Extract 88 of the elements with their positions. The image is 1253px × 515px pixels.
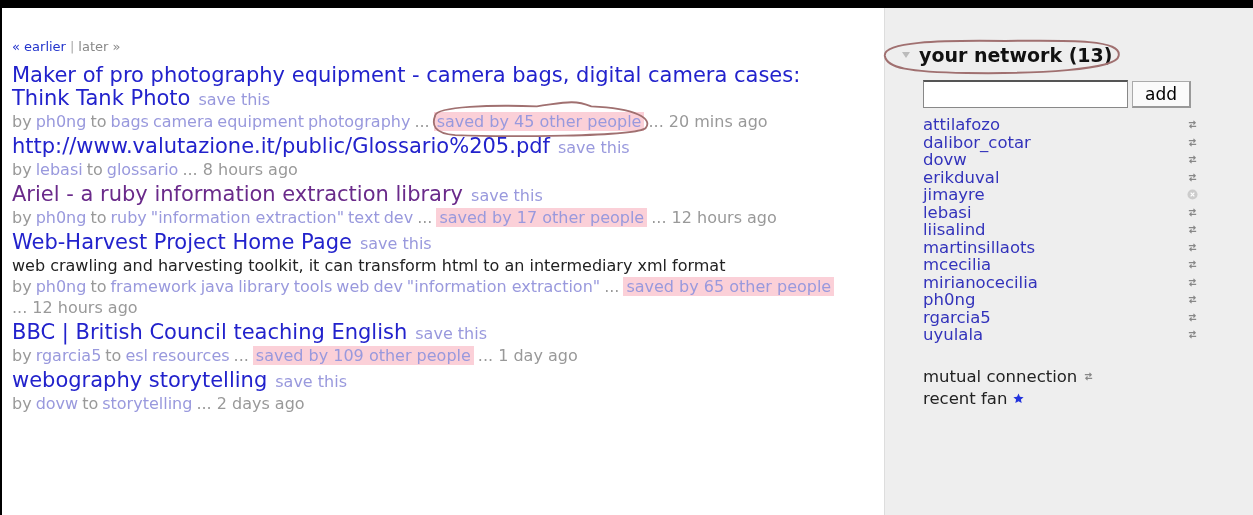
bookmark-title-link[interactable]: Think Tank Photo — [12, 86, 191, 110]
by-label: by — [12, 111, 32, 132]
time-label: ... 2 days ago — [196, 393, 305, 414]
network-member-link[interactable]: dovw — [923, 151, 967, 169]
add-user-field[interactable] — [923, 80, 1128, 108]
save-this-link[interactable]: save this — [471, 186, 543, 205]
tag-link[interactable]: camera — [152, 111, 214, 132]
by-label: by — [12, 345, 32, 366]
legend-label: recent fan — [923, 387, 1008, 410]
network-member-link[interactable]: lebasi — [923, 203, 972, 221]
to-label: to — [90, 111, 107, 132]
save-this-link[interactable]: save this — [557, 138, 630, 157]
tag-link[interactable]: bags — [110, 111, 149, 132]
saved-by-link[interactable]: saved by 17 other people — [436, 208, 648, 227]
save-this-link[interactable]: save this — [415, 324, 487, 343]
network-member-link[interactable]: mirianocecilia — [923, 273, 1038, 291]
tag-link[interactable]: library — [238, 276, 290, 297]
by-label: by — [12, 276, 32, 297]
ellipsis: ... — [233, 345, 249, 366]
user-link[interactable]: ph0ng — [35, 276, 87, 297]
tag-link[interactable]: "information extraction" — [150, 207, 345, 228]
tag-link[interactable]: dev — [373, 276, 403, 297]
tag-link[interactable]: ruby — [110, 207, 147, 228]
to-label: to — [90, 207, 107, 228]
by-label: by — [12, 207, 32, 228]
to-label: to — [82, 393, 99, 414]
saved-by-link[interactable]: saved by 109 other people — [252, 346, 474, 365]
time-label: ... 12 hours ago — [12, 297, 138, 318]
add-button[interactable]: add — [1132, 80, 1191, 108]
tag-link[interactable]: java — [200, 276, 235, 297]
tag-link[interactable]: storytelling — [102, 393, 193, 414]
time-label: ... 12 hours ago — [651, 207, 777, 228]
network-member-link[interactable]: ph0ng — [923, 291, 976, 309]
user-link[interactable]: ph0ng — [35, 207, 87, 228]
by-label: by — [12, 159, 32, 180]
tag-link[interactable]: dev — [383, 207, 414, 228]
tag-link[interactable]: framework — [110, 276, 197, 297]
tag-link[interactable]: esl — [125, 345, 149, 366]
network-member-link[interactable]: liisalind — [923, 221, 986, 239]
tag-link[interactable]: equipment — [217, 111, 304, 132]
ellipsis: ... — [604, 276, 620, 297]
bookmark-title-link[interactable]: webography storytelling — [12, 368, 268, 392]
tag-link[interactable]: tools — [293, 276, 333, 297]
saved-by-link[interactable]: saved by 65 other people — [623, 277, 835, 296]
tag-link[interactable]: resources — [152, 345, 230, 366]
later-link[interactable]: later » — [78, 38, 121, 56]
bookmark-title-link[interactable]: Web-Harvest Project Home Page — [12, 230, 352, 254]
user-link[interactable]: ph0ng — [35, 111, 87, 132]
pager-separator: | — [69, 38, 75, 56]
earlier-link[interactable]: « earlier — [12, 38, 66, 56]
save-this-link[interactable]: save this — [275, 372, 347, 391]
network-member-link[interactable]: martinsillaots — [923, 238, 1036, 256]
tag-link[interactable]: web — [336, 276, 370, 297]
to-label: to — [86, 159, 103, 180]
network-member-link[interactable]: jimayre — [923, 186, 985, 204]
bookmark-title-link[interactable]: http://www.valutazione.it/public/Glossario%205.pdf — [12, 134, 550, 158]
network-member-link[interactable]: erikduval — [923, 168, 1000, 186]
save-this-link[interactable]: save this — [198, 90, 271, 109]
network-member-link[interactable]: uyulala — [923, 326, 984, 344]
ellipsis: ... — [414, 111, 430, 132]
remove-icon[interactable] — [1187, 189, 1198, 201]
network-heading: your network (13) — [919, 44, 1113, 66]
user-link[interactable]: dovw — [35, 393, 79, 414]
to-label: to — [105, 345, 122, 366]
network-member-link[interactable]: dalibor_cotar — [923, 133, 1031, 151]
network-member-link[interactable]: mcecilia — [923, 256, 992, 274]
bookmark-title-link[interactable]: Ariel - a ruby information extraction library — [12, 182, 464, 206]
legend-label: mutual connection — [923, 365, 1078, 388]
bookmark-description: web crawling and harvesting toolkit, it can transform html to an intermediary xml format — [12, 255, 727, 276]
ellipsis: ... — [417, 207, 433, 228]
tag-link[interactable]: "information extraction" — [406, 276, 601, 297]
save-this-link[interactable]: save this — [359, 234, 432, 253]
to-label: to — [90, 276, 107, 297]
tag-link[interactable]: text — [348, 207, 380, 228]
saved-by-link[interactable]: saved by 45 other people — [433, 112, 645, 131]
tag-link[interactable]: glossario — [106, 159, 179, 180]
by-label: by — [12, 393, 32, 414]
network-member-link[interactable]: rgarcia5 — [923, 308, 991, 326]
user-link[interactable]: rgarcia5 — [35, 345, 102, 366]
tag-link[interactable]: photography — [307, 111, 411, 132]
user-link[interactable]: lebasi — [35, 159, 83, 180]
disclosure-triangle-icon[interactable] — [901, 50, 911, 60]
network-member-link[interactable]: attilafozo — [923, 116, 1000, 134]
time-label: ... 8 hours ago — [182, 159, 298, 180]
bookmark-title-link[interactable]: BBC | British Council teaching English — [12, 320, 408, 344]
bookmark-title-link[interactable]: Maker of pro photography equipment - camera bags, digital camera cases: — [12, 63, 801, 87]
time-label: ... 20 mins ago — [648, 111, 768, 132]
time-label: ... 1 day ago — [477, 345, 578, 366]
